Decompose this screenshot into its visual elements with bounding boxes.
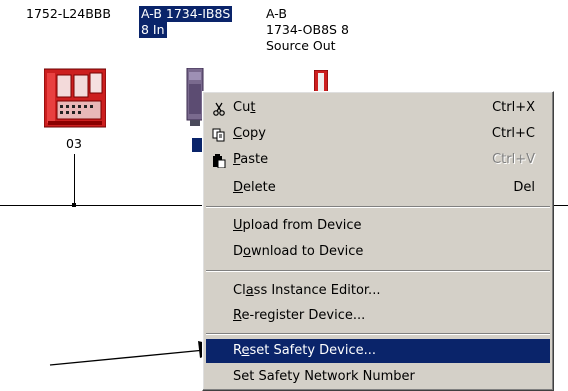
menu-item-paste[interactable]: Paste Ctrl+V (206, 148, 550, 172)
menu-item-shortcut: Ctrl+C (491, 126, 535, 141)
copy-icon (212, 127, 226, 142)
menu-item-shortcut: Ctrl+V (492, 152, 535, 167)
menu-item-label: Cut (233, 100, 256, 115)
menu-separator (206, 206, 550, 208)
menu-item-class-instance-editor[interactable]: Class Instance Editor... (206, 279, 550, 303)
menu-item-label: Class Instance Editor... (233, 283, 381, 298)
menu-item-label: Copy (233, 126, 266, 141)
menu-item-label: Reset Safety Device... (233, 343, 377, 358)
context-menu: Cut Ctrl+X Copy Ctrl+C Paste Ctrl+V Dele… (202, 91, 554, 391)
menu-item-delete[interactable]: Delete Del (206, 176, 550, 200)
menu-item-upload[interactable]: Upload from Device (206, 214, 550, 238)
scissors-icon (212, 101, 226, 116)
menu-separator (206, 333, 550, 335)
paste-icon (212, 153, 226, 169)
menu-item-copy[interactable]: Copy Ctrl+C (206, 122, 550, 146)
menu-separator (206, 270, 550, 272)
menu-item-set-safety-network-number[interactable]: Set Safety Network Number (206, 365, 550, 389)
menu-item-label: Delete (233, 180, 276, 195)
menu-item-download[interactable]: Download to Device (206, 240, 550, 264)
menu-item-shortcut: Del (513, 180, 535, 195)
menu-item-reregister-device[interactable]: Re-register Device... (206, 304, 550, 328)
menu-item-label: Paste (233, 152, 269, 167)
menu-item-shortcut: Ctrl+X (492, 100, 535, 115)
menu-item-label: Upload from Device (233, 218, 362, 233)
menu-item-reset-safety-device[interactable]: Reset Safety Device... (206, 339, 550, 363)
menu-item-cut[interactable]: Cut Ctrl+X (206, 96, 550, 120)
menu-item-label: Set Safety Network Number (233, 369, 415, 384)
menu-item-label: Re-register Device... (233, 308, 366, 323)
menu-item-label: Download to Device (233, 244, 364, 259)
